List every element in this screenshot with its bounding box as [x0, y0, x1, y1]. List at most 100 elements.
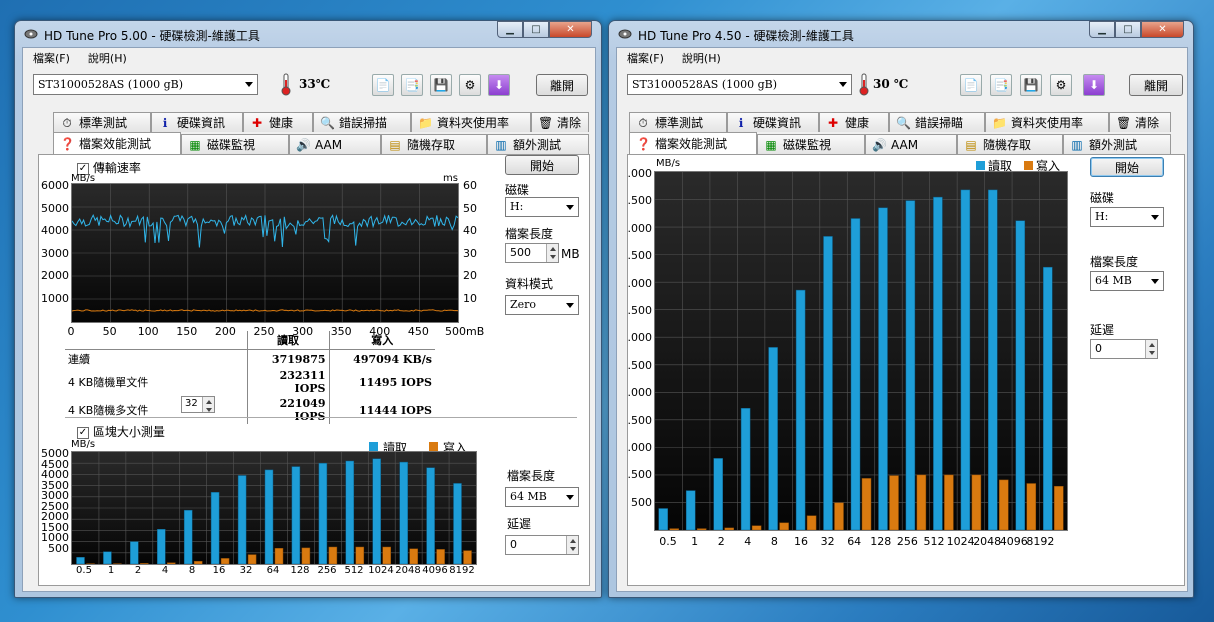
read-bar — [399, 461, 408, 565]
tab-extra-tests[interactable]: ▥ 額外測試 — [1063, 134, 1171, 154]
tab-label: 檔案效能測試 — [79, 137, 152, 151]
copy-image-button[interactable]: 📑 — [990, 74, 1012, 96]
write-bar — [806, 515, 817, 531]
tab-trash[interactable]: 🗑 清除 — [531, 112, 589, 132]
trash-icon: 🗑 — [1116, 115, 1132, 130]
right-window: HD Tune Pro 4.50 - 硬碟檢測-維護工具 ▁ □ ✕ 檔案(F)… — [608, 20, 1194, 598]
block-file-length-select[interactable]: 64 MB — [505, 487, 579, 507]
benchmark-panel: MB/s 讀取 寫入 .000.500.000.500.000.500.000.… — [627, 154, 1185, 586]
copy-image-button[interactable]: 📑 — [401, 74, 423, 96]
files-count-spinner[interactable]: 32 — [181, 396, 215, 413]
x-tick-label: 2 — [134, 565, 142, 576]
disk-select[interactable]: H: — [1090, 207, 1164, 227]
save-button[interactable]: 💾 — [430, 74, 452, 96]
download-arrow-icon: ⬇ — [1088, 78, 1100, 92]
data-mode-select[interactable]: Zero — [505, 295, 579, 315]
write-bar — [355, 546, 365, 565]
tab-label: 隨機存取 — [407, 138, 456, 152]
spinner-arrows[interactable] — [546, 244, 558, 262]
y-tick-label: 4000 — [41, 224, 69, 237]
start-button[interactable]: 開始 — [1090, 157, 1164, 177]
x-tick-label: 8192 — [1026, 535, 1055, 548]
window-title: HD Tune Pro 5.00 - 硬碟檢測-維護工具 — [44, 29, 260, 43]
row-read: 3719875 — [247, 349, 330, 368]
tab-stopwatch[interactable]: ⏱ 標準測試 — [629, 112, 727, 132]
block-size-svg — [72, 452, 476, 565]
tab-monitor[interactable]: ▦ 磁碟監視 — [181, 134, 289, 154]
window-title: HD Tune Pro 4.50 - 硬碟檢測-維護工具 — [638, 29, 854, 43]
maximize-button[interactable]: □ — [523, 21, 549, 38]
read-bar — [850, 218, 861, 531]
tab-speaker[interactable]: 🔊 AAM — [865, 134, 957, 154]
read-bar — [372, 458, 381, 565]
file-length-unit: MB — [561, 247, 580, 261]
tab-magnifier[interactable]: 🔍 錯誤掃描 — [313, 112, 411, 132]
start-button[interactable]: 開始 — [505, 155, 579, 175]
menu-help[interactable]: 說明(H) — [682, 50, 721, 66]
options-button[interactable]: ⚙ — [459, 74, 481, 96]
tab-stopwatch[interactable]: ⏱ 標準測試 — [53, 112, 151, 132]
disk-select[interactable]: H: — [505, 197, 579, 217]
exit-button[interactable]: 離開 — [1129, 74, 1183, 96]
save-button[interactable]: 💾 — [1020, 74, 1042, 96]
maximize-button[interactable]: □ — [1115, 21, 1141, 38]
tab-extra-tests[interactable]: ▥ 額外測試 — [487, 134, 589, 154]
y-tick-label: 6000 — [41, 179, 69, 192]
copy-text-button[interactable]: 📄 — [372, 74, 394, 96]
disk-label: 磁碟 — [1090, 191, 1115, 205]
drive-select[interactable]: ST31000528AS (1000 gB) — [627, 74, 852, 95]
tab-label: 清除 — [557, 116, 582, 130]
tab-label: 資料夾使用率 — [437, 116, 510, 130]
menu-file[interactable]: 檔案(F) — [627, 50, 664, 66]
left-title-bar[interactable]: HD Tune Pro 5.00 - 硬碟檢測-維護工具 ▁ □ ✕ — [22, 21, 594, 47]
tab-info[interactable]: ℹ 硬碟資訊 — [151, 112, 243, 132]
drive-select[interactable]: ST31000528AS (1000 gB) — [33, 74, 258, 95]
read-bar — [1043, 266, 1053, 531]
tab-health-cross[interactable]: ✚ 健康 — [243, 112, 313, 132]
minimize-button[interactable]: ▁ — [497, 21, 523, 38]
tab-label: 隨機存取 — [983, 138, 1032, 152]
tab-folder[interactable]: 📁 資料夾使用率 — [411, 112, 531, 132]
x-tick-label: 256 — [317, 565, 337, 576]
read-bar — [713, 458, 723, 531]
tab-magnifier[interactable]: 🔍 錯誤掃瞄 — [889, 112, 985, 132]
y-tick-label-right: 10 — [463, 291, 477, 305]
exit-button[interactable]: 離開 — [536, 74, 588, 96]
tab-folder[interactable]: 📁 資料夾使用率 — [985, 112, 1109, 132]
tab-health-cross[interactable]: ✚ 健康 — [819, 112, 889, 132]
read-bar — [933, 196, 943, 531]
y-tick-label-right: 50 — [463, 201, 477, 215]
tab-row-2: ❓ 檔案效能測試 ▦ 磁碟監視 🔊 AAM ▤ 隨機存取 ▥ 額外測試 — [53, 132, 589, 154]
delay-spinner[interactable]: 0 — [1090, 339, 1158, 359]
file-length-select[interactable]: 64 MB — [1090, 271, 1164, 291]
download-button[interactable]: ⬇ — [1083, 74, 1105, 96]
close-button[interactable]: ✕ — [549, 21, 592, 38]
spinner-arrows[interactable] — [566, 536, 578, 554]
menu-file[interactable]: 檔案(F) — [33, 50, 70, 66]
tab-info[interactable]: ℹ 硬碟資訊 — [727, 112, 819, 132]
read-bar — [878, 207, 888, 531]
tab-random-access[interactable]: ▤ 隨機存取 — [381, 134, 487, 154]
options-button[interactable]: ⚙ — [1050, 74, 1072, 96]
delay-spinner[interactable]: 0 — [505, 535, 579, 555]
block-size-checkbox[interactable]: ✓ 區塊大小測量 — [77, 423, 165, 440]
spinner-arrows[interactable] — [202, 397, 214, 412]
copy-text-button[interactable]: 📄 — [960, 74, 982, 96]
right-title-bar[interactable]: HD Tune Pro 4.50 - 硬碟檢測-維護工具 ▁ □ ✕ — [616, 21, 1186, 47]
tab-file-benchmark[interactable]: ❓ 檔案效能測試 — [53, 132, 181, 154]
tab-random-access[interactable]: ▤ 隨機存取 — [957, 134, 1063, 154]
tab-file-benchmark[interactable]: ❓ 檔案效能測試 — [629, 132, 757, 154]
spinner-arrows[interactable] — [1145, 340, 1157, 358]
x-tick-label: 0.5 — [76, 565, 92, 576]
app-icon — [24, 29, 38, 39]
file-length-spinner[interactable]: 500 — [505, 243, 559, 263]
close-button[interactable]: ✕ — [1141, 21, 1184, 38]
block-file-length-value: 64 MB — [510, 490, 547, 503]
tab-speaker[interactable]: 🔊 AAM — [289, 134, 381, 154]
tab-trash[interactable]: 🗑 清除 — [1109, 112, 1171, 132]
tab-monitor[interactable]: ▦ 磁碟監視 — [757, 134, 865, 154]
write-bar — [1026, 483, 1037, 531]
minimize-button[interactable]: ▁ — [1089, 21, 1115, 38]
menu-help[interactable]: 說明(H) — [88, 50, 127, 66]
download-button[interactable]: ⬇ — [488, 74, 510, 96]
